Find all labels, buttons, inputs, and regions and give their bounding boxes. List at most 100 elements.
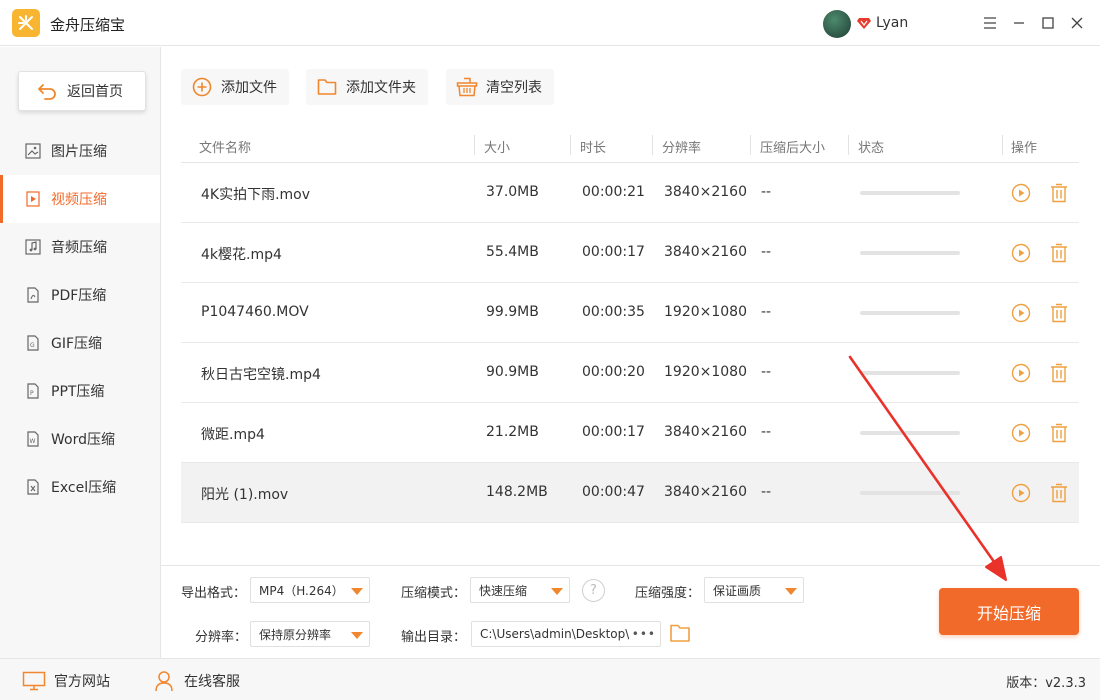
col-status: 状态 <box>858 141 885 156</box>
plus-circle-icon <box>191 76 213 98</box>
sidebar-item-label: 音频压缩 <box>51 240 107 256</box>
file-name: P1047460.MOV <box>201 304 309 320</box>
column-divider <box>652 135 653 155</box>
compressed-size: -- <box>761 364 772 380</box>
sidebar-item-image[interactable]: 图片压缩 <box>0 127 160 175</box>
maximize-icon[interactable] <box>1036 11 1060 35</box>
back-home-label: 返回首页 <box>67 84 123 100</box>
format-label: 导出格式： <box>181 586 247 601</box>
compressed-size: -- <box>761 484 772 500</box>
compressed-size: -- <box>761 244 772 260</box>
user-name[interactable]: Lyan <box>876 15 908 31</box>
user-support-icon <box>152 670 176 692</box>
trash-icon[interactable] <box>1048 422 1070 444</box>
strength-select[interactable]: 保证画质 <box>704 577 804 603</box>
file-duration: 00:00:17 <box>582 244 645 260</box>
file-duration: 00:00:47 <box>582 484 645 500</box>
sidebar-item-excel[interactable]: Excel压缩 <box>0 463 160 511</box>
trash-icon[interactable] <box>1048 482 1070 504</box>
close-icon[interactable] <box>1065 11 1089 35</box>
table-row[interactable]: 秋日古宅空镜.mp4 90.9MB 00:00:20 1920×1080 -- <box>181 343 1079 403</box>
output-path-field[interactable]: C:\Users\admin\Desktop\ ••• <box>471 621 661 647</box>
chevron-down-icon <box>351 632 363 639</box>
progress-bar <box>860 491 960 495</box>
avatar[interactable] <box>823 10 851 38</box>
monitor-icon <box>22 670 46 692</box>
file-name: 秋日古宅空镜.mp4 <box>201 367 321 383</box>
file-table: 文件名称 大小 时长 分辨率 压缩后大小 状态 操作 4K实拍下雨.mov 37… <box>181 127 1079 523</box>
online-support-label: 在线客服 <box>184 674 240 690</box>
minimize-icon[interactable] <box>1007 11 1031 35</box>
sidebar-item-pdf[interactable]: PDF压缩 <box>0 271 160 319</box>
mode-select[interactable]: 快速压缩 <box>470 577 570 603</box>
format-select[interactable]: MP4（H.264） <box>250 577 370 603</box>
play-icon[interactable] <box>1010 422 1032 444</box>
file-name: 阳光 (1).mov <box>201 487 289 503</box>
gif-icon: G <box>24 334 42 352</box>
start-compress-button[interactable]: 开始压缩 <box>939 588 1079 635</box>
resolution-select[interactable]: 保持原分辨率 <box>250 621 370 647</box>
ppt-icon: P <box>24 382 42 400</box>
back-home-button[interactable]: 返回首页 <box>18 71 146 111</box>
sidebar-item-label: PDF压缩 <box>51 288 107 304</box>
file-duration: 00:00:21 <box>582 184 645 200</box>
clear-list-button[interactable]: 清空列表 <box>446 69 554 105</box>
trash-icon[interactable] <box>1048 362 1070 384</box>
sidebar-item-ppt[interactable]: P PPT压缩 <box>0 367 160 415</box>
play-icon[interactable] <box>1010 182 1032 204</box>
add-file-button[interactable]: 添加文件 <box>181 69 289 105</box>
sidebar: 返回首页 图片压缩 视频压缩 音频压缩 PDF压缩 G GIF压缩 P PPT压… <box>0 47 161 658</box>
sidebar-item-word[interactable]: W Word压缩 <box>0 415 160 463</box>
sidebar-item-label: Excel压缩 <box>51 480 117 496</box>
pdf-icon <box>24 286 42 304</box>
chevron-down-icon <box>351 588 363 595</box>
sidebar-item-label: GIF压缩 <box>51 336 103 352</box>
play-icon[interactable] <box>1010 362 1032 384</box>
file-name: 微距.mp4 <box>201 427 265 443</box>
trash-icon[interactable] <box>1048 182 1070 204</box>
sidebar-item-audio[interactable]: 音频压缩 <box>0 223 160 271</box>
file-duration: 00:00:35 <box>582 304 645 320</box>
table-row[interactable]: 微距.mp4 21.2MB 00:00:17 3840×2160 -- <box>181 403 1079 463</box>
add-folder-button[interactable]: 添加文件夹 <box>306 69 428 105</box>
table-header: 文件名称 大小 时长 分辨率 压缩后大小 状态 操作 <box>181 127 1079 163</box>
trash-icon[interactable] <box>1048 242 1070 264</box>
progress-bar <box>860 431 960 435</box>
file-name: 4k樱花.mp4 <box>201 247 282 263</box>
sidebar-item-label: PPT压缩 <box>51 384 105 400</box>
table-row[interactable]: 阳光 (1).mov 148.2MB 00:00:47 3840×2160 -- <box>181 463 1079 523</box>
play-icon[interactable] <box>1010 242 1032 264</box>
chevron-down-icon <box>785 588 797 595</box>
sidebar-item-video[interactable]: 视频压缩 <box>0 175 160 223</box>
sidebar-item-label: 视频压缩 <box>51 192 107 208</box>
file-size: 21.2MB <box>486 424 539 440</box>
table-row[interactable]: P1047460.MOV 99.9MB 00:00:35 1920×1080 -… <box>181 283 1079 343</box>
menu-icon[interactable] <box>978 11 1002 35</box>
trash-icon[interactable] <box>1048 302 1070 324</box>
vip-diamond-icon <box>857 18 871 29</box>
file-resolution: 3840×2160 <box>664 244 747 260</box>
browse-folder-icon[interactable] <box>669 622 691 644</box>
clear-list-label: 清空列表 <box>486 80 542 96</box>
column-divider <box>474 135 475 155</box>
basket-icon <box>456 76 478 98</box>
play-icon[interactable] <box>1010 482 1032 504</box>
progress-bar <box>860 371 960 375</box>
output-path-value: C:\Users\admin\Desktop\ <box>480 627 630 641</box>
table-row[interactable]: 4k樱花.mp4 55.4MB 00:00:17 3840×2160 -- <box>181 223 1079 283</box>
play-icon[interactable] <box>1010 302 1032 324</box>
table-row[interactable]: 4K实拍下雨.mov 37.0MB 00:00:21 3840×2160 -- <box>181 163 1079 223</box>
strength-label: 压缩强度： <box>635 586 701 601</box>
official-website-link[interactable]: 官方网站 <box>22 670 110 692</box>
progress-bar <box>860 191 960 195</box>
col-size: 大小 <box>484 141 511 156</box>
compressed-size: -- <box>761 424 772 440</box>
output-label: 输出目录： <box>401 630 467 645</box>
add-folder-label: 添加文件夹 <box>346 80 416 96</box>
sidebar-item-gif[interactable]: G GIF压缩 <box>0 319 160 367</box>
title-bar: 金舟压缩宝 Lyan <box>0 0 1100 46</box>
column-divider <box>848 135 849 155</box>
app-title: 金舟压缩宝 <box>50 16 126 34</box>
help-icon[interactable]: ? <box>582 579 605 602</box>
online-support-link[interactable]: 在线客服 <box>152 670 240 692</box>
